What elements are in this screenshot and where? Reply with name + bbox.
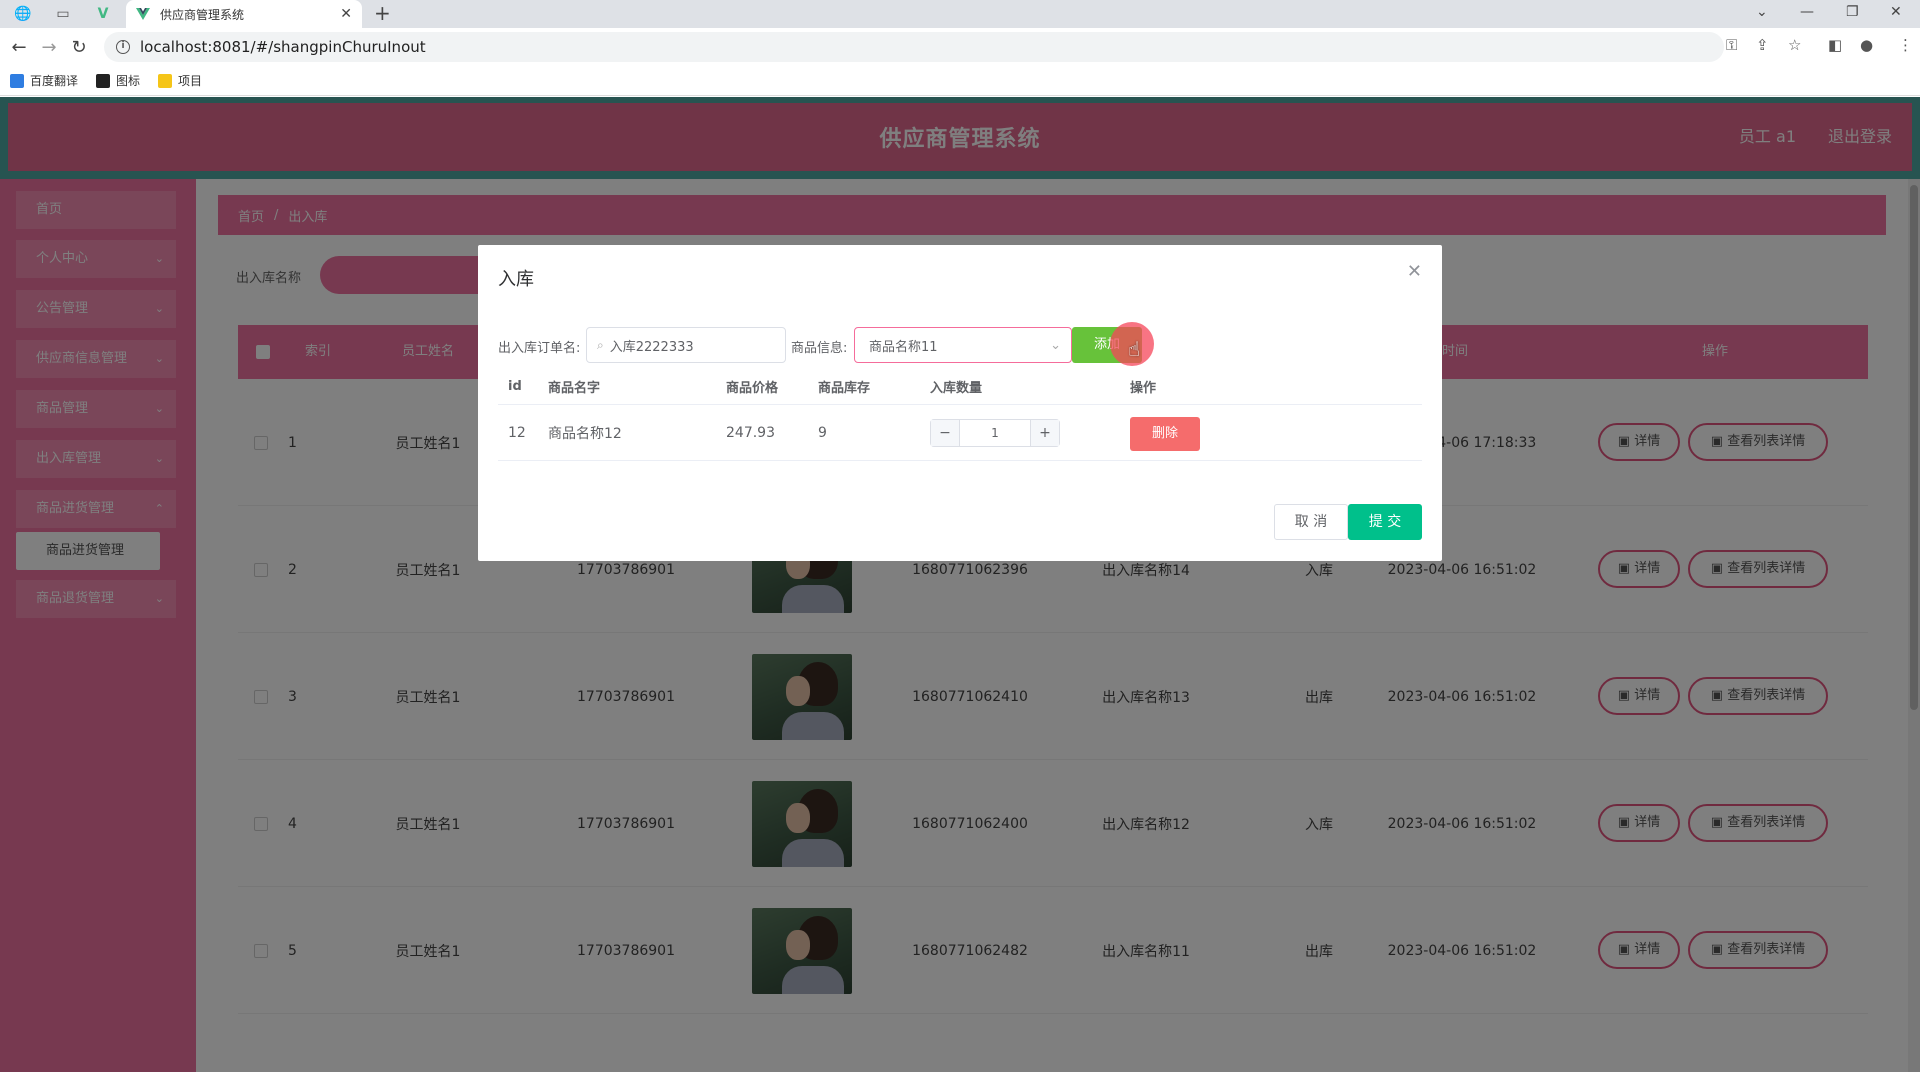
search-icon: ⌕ (597, 337, 604, 352)
quantity-value[interactable]: 1 (959, 420, 1031, 446)
share-icon[interactable]: ⇪ (1756, 36, 1769, 54)
vue-logo-icon (136, 8, 150, 20)
item-stock: 9 (818, 424, 827, 441)
new-tab-icon[interactable]: + (374, 0, 391, 28)
dialog-title: 入库 (498, 269, 534, 290)
delete-button[interactable]: 删除 (1130, 417, 1200, 451)
quantity-stepper[interactable]: − 1 + (930, 419, 1060, 447)
side-panel-icon[interactable]: ◧ (1828, 36, 1842, 54)
url-bar[interactable]: i localhost:8081/#/shangpinChuruInout (104, 32, 1724, 62)
goods-select-value: 商品名称11 (869, 339, 938, 355)
modal-overlay[interactable] (0, 97, 1920, 1072)
close-icon[interactable]: ✕ (1407, 261, 1422, 282)
more-menu-icon[interactable]: ⋮ (1898, 36, 1913, 54)
item-name: 商品名称12 (548, 425, 622, 442)
order-label: 出入库订单名: (498, 341, 581, 356)
decrement-button[interactable]: − (931, 420, 959, 446)
col-ops: 操作 (1130, 381, 1157, 396)
bookmark-label: 项目 (178, 74, 203, 88)
stock-in-dialog: 入库 ✕ 出入库订单名: ⌕ 入库2222333 商品信息: 商品名称11 ⌄ … (478, 245, 1442, 561)
goods-table-row: 12 商品名称12 247.93 9 − 1 + 删除 (498, 405, 1422, 461)
col-name: 商品名字 (548, 381, 601, 396)
col-id: id (508, 379, 522, 394)
item-price: 247.93 (726, 424, 775, 441)
blank-tab-icon[interactable]: ▭ (48, 0, 78, 28)
tab-search-icon[interactable]: ⌄ (1756, 0, 1768, 28)
reload-icon[interactable]: ↻ (64, 37, 94, 58)
bookmark-label: 百度翻译 (30, 74, 79, 88)
goods-table-header: id 商品名字 商品价格 商品库存 入库数量 操作 (498, 369, 1422, 405)
bookmark-icons[interactable]: 图标 (96, 72, 140, 89)
address-bar-row: ← → ↻ i localhost:8081/#/shangpinChuruIn… (0, 28, 1920, 66)
tab-close-icon[interactable]: ✕ (340, 6, 352, 22)
active-tab[interactable]: 供应商管理系统 ✕ (126, 0, 362, 28)
item-id: 12 (508, 424, 526, 441)
bookmark-label: 图标 (116, 74, 141, 88)
vue-tab-icon[interactable]: V (88, 0, 118, 28)
site-info-icon[interactable]: i (116, 40, 130, 54)
col-price: 商品价格 (726, 381, 779, 396)
bookmark-project[interactable]: 项目 (158, 72, 202, 89)
goods-label: 商品信息: (791, 341, 848, 356)
translate-icon (10, 73, 24, 88)
globe-icon[interactable]: 🌐 (8, 0, 38, 28)
profile-icon[interactable]: ● (1860, 36, 1873, 54)
increment-button[interactable]: + (1031, 420, 1059, 446)
url-text: localhost:8081/#/shangpinChuruInout (140, 38, 426, 56)
cancel-button[interactable]: 取 消 (1274, 504, 1348, 540)
tab-title: 供应商管理系统 (160, 7, 245, 22)
order-name-value: 入库2222333 (609, 339, 694, 355)
submit-button[interactable]: 提 交 (1348, 504, 1422, 540)
chevron-down-icon: ⌄ (1050, 337, 1061, 353)
app-page: 供应商管理系统 员工 a1 退出登录 首页 个人中心⌄ 公告管理⌄ 供应商信息管… (0, 97, 1920, 1072)
minimize-icon[interactable]: — (1800, 0, 1814, 28)
order-name-input[interactable]: ⌕ 入库2222333 (586, 327, 786, 363)
goods-select[interactable]: 商品名称11 ⌄ (854, 327, 1072, 363)
forward-icon[interactable]: → (34, 37, 64, 58)
iconfont-icon (96, 73, 111, 88)
browser-tab-strip: 🌐 ▭ V 供应商管理系统 ✕ + ⌄ — ❐ ✕ (0, 0, 1920, 28)
folder-icon (158, 73, 173, 88)
window-close-icon[interactable]: ✕ (1890, 0, 1902, 28)
back-icon[interactable]: ← (4, 37, 34, 58)
bookmarks-bar: 百度翻译 图标 项目 (0, 66, 1920, 96)
restore-icon[interactable]: ❐ (1846, 0, 1859, 28)
key-icon[interactable]: ⚿ (1726, 36, 1737, 54)
hand-cursor-icon: ☝ (1128, 337, 1141, 361)
bookmark-baidu-translate[interactable]: 百度翻译 (10, 72, 78, 89)
col-qty: 入库数量 (930, 381, 983, 396)
col-stock: 商品库存 (818, 381, 871, 396)
star-icon[interactable]: ☆ (1788, 36, 1801, 54)
